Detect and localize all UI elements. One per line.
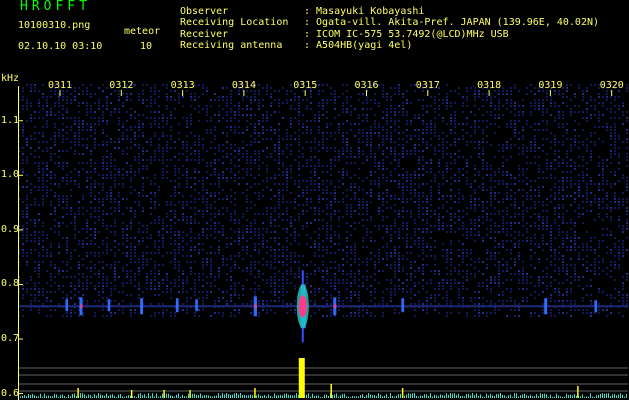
x-tick-label: 0317 [415, 80, 440, 91]
x-tick-label: 0314 [231, 80, 256, 91]
x-tick-label: 0311 [48, 80, 73, 91]
spectrum-peak [401, 388, 404, 398]
location-row: Receiving Location : Ogata-vill. Akita-Pr… [180, 17, 599, 28]
x-tick-label: 0315 [293, 80, 318, 91]
x-tick-label: 0316 [354, 80, 379, 91]
spectrum-peak [163, 390, 165, 398]
observer-label: Observer [180, 6, 229, 17]
meteor-echo [140, 298, 144, 315]
plot-background [18, 78, 628, 400]
y-tick-label: 0.6 [1, 387, 20, 399]
spectrogram [18, 78, 628, 400]
y-axis-unit: kHz [1, 73, 20, 84]
y-tick-label: 0.7 [1, 333, 20, 345]
meteor-echo [333, 297, 337, 316]
observer-value: : Masayuki Kobayashi [304, 6, 425, 17]
antenna-row: Receiving antenna : A504HB(yagi 4el) [180, 40, 412, 51]
receiver-label: Receiver [180, 29, 229, 40]
x-tick-label: 0313 [170, 80, 195, 91]
meteor-echo [175, 298, 179, 313]
meteor-echo [79, 297, 83, 316]
observer-row: Observer : Masayuki Kobayashi [180, 6, 424, 17]
filename-label: 10100310.png [18, 20, 91, 31]
x-tick-label: 0312 [109, 80, 134, 91]
y-tick-label: 0.8 [1, 278, 20, 290]
x-tick-label: 0318 [477, 80, 502, 91]
meteor-echo [195, 299, 198, 312]
meteor-echo [65, 299, 69, 312]
antenna-label: Receiving antenna [180, 40, 283, 51]
spectrum-peak [130, 390, 133, 398]
location-label: Receiving Location [180, 17, 289, 28]
meteor-echo [253, 296, 257, 317]
x-tick-label: 0320 [599, 80, 624, 91]
meteor-echo [594, 300, 598, 313]
spectrum-peak [254, 388, 256, 398]
meteor-label: meteor [124, 26, 161, 37]
receiver-value: : ICOM IC-575 53.7492(@LCD)MHz USB [304, 29, 509, 40]
spectrum-peak [77, 388, 79, 398]
y-tick-label: 1.0 [1, 169, 20, 181]
app-title: HROFFT [20, 0, 91, 14]
y-tick-label: 0.9 [1, 223, 20, 235]
meteor-count: 10 [140, 41, 153, 52]
receiver-row: Receiver : ICOM IC-575 53.7492(@LCD)MHz U… [180, 29, 509, 40]
spectrum-peak [577, 386, 579, 398]
x-tick-label: 0319 [538, 80, 563, 91]
datetime-label: 02.10.10 03:10 [18, 41, 103, 52]
meteor-echo [544, 298, 548, 315]
antenna-value: : A504HB(yagi 4el) [304, 40, 413, 51]
spectrum-peak [189, 390, 191, 398]
y-tick-label: 1.1 [1, 114, 20, 126]
spectrum-peak [330, 384, 332, 398]
meteor-echo [401, 298, 405, 313]
meteor-echo [107, 299, 111, 312]
spectrum-peak [298, 358, 305, 398]
location-value: : Ogata-vill. Akita-Pref. JAPAN (139.96E… [304, 17, 600, 28]
